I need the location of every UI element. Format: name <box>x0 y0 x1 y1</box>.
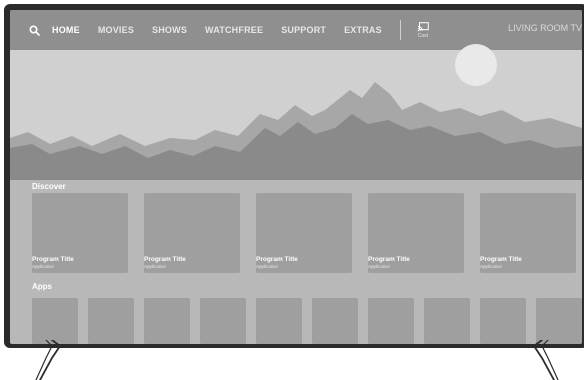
program-title: Program Title <box>144 256 186 263</box>
program-meta-4: Program Title Application <box>368 256 464 269</box>
nav-item-shows[interactable]: SHOWS <box>152 25 187 35</box>
hero-banner <box>10 44 582 180</box>
search-icon[interactable] <box>26 22 42 38</box>
program-subtitle: Application <box>368 264 391 269</box>
app-tile-9[interactable] <box>480 298 526 344</box>
program-meta-1: Program Title Application <box>32 256 128 269</box>
mountain-illustration <box>10 82 582 180</box>
program-title: Program Title <box>368 256 410 263</box>
program-title: Program Title <box>256 256 298 263</box>
cast-button[interactable]: Cast <box>417 21 429 39</box>
app-tile-4[interactable] <box>200 298 246 344</box>
app-tile-1[interactable] <box>32 298 78 344</box>
program-meta-2: Program Title Application <box>144 256 240 269</box>
app-tile-5[interactable] <box>256 298 302 344</box>
tv-stand-left <box>35 340 62 380</box>
top-navigation: HOME MOVIES SHOWS WATCHFREE SUPPORT EXTR… <box>10 10 582 50</box>
nav-item-watchfree[interactable]: WATCHFREE <box>205 25 263 35</box>
app-tile-3[interactable] <box>144 298 190 344</box>
nav-item-extras[interactable]: EXTRAS <box>344 25 382 35</box>
app-tile-6[interactable] <box>312 298 358 344</box>
program-title: Program Title <box>32 256 74 263</box>
discover-title: Discover <box>32 182 66 191</box>
app-tile-2[interactable] <box>88 298 134 344</box>
program-subtitle: Application <box>144 264 167 269</box>
cast-label: Cast <box>417 32 428 39</box>
nav-divider <box>399 20 401 40</box>
nav-item-movies[interactable]: MOVIES <box>98 25 134 35</box>
nav-item-support[interactable]: SUPPORT <box>281 25 326 35</box>
program-subtitle: Application <box>480 264 503 269</box>
cast-icon <box>417 21 429 31</box>
program-subtitle: Application <box>256 264 279 269</box>
tv-stand-right <box>532 340 559 380</box>
program-subtitle: Application <box>32 264 55 269</box>
nav-item-home[interactable]: HOME <box>52 25 80 35</box>
app-tile-8[interactable] <box>424 298 470 344</box>
app-tile-7[interactable] <box>368 298 414 344</box>
apps-title: Apps <box>32 282 52 291</box>
program-meta-3: Program Title Application <box>256 256 352 269</box>
discover-meta: Program Title Application Program Title … <box>32 256 576 269</box>
apps-row <box>32 298 582 344</box>
program-meta-5: Program Title Application <box>480 256 576 269</box>
program-title: Program Title <box>480 256 522 263</box>
device-name: LIVING ROOM TV <box>508 23 582 33</box>
app-tile-10[interactable] <box>536 298 582 344</box>
tv-screen: HOME MOVIES SHOWS WATCHFREE SUPPORT EXTR… <box>10 10 582 344</box>
tv-frame: HOME MOVIES SHOWS WATCHFREE SUPPORT EXTR… <box>4 4 584 348</box>
